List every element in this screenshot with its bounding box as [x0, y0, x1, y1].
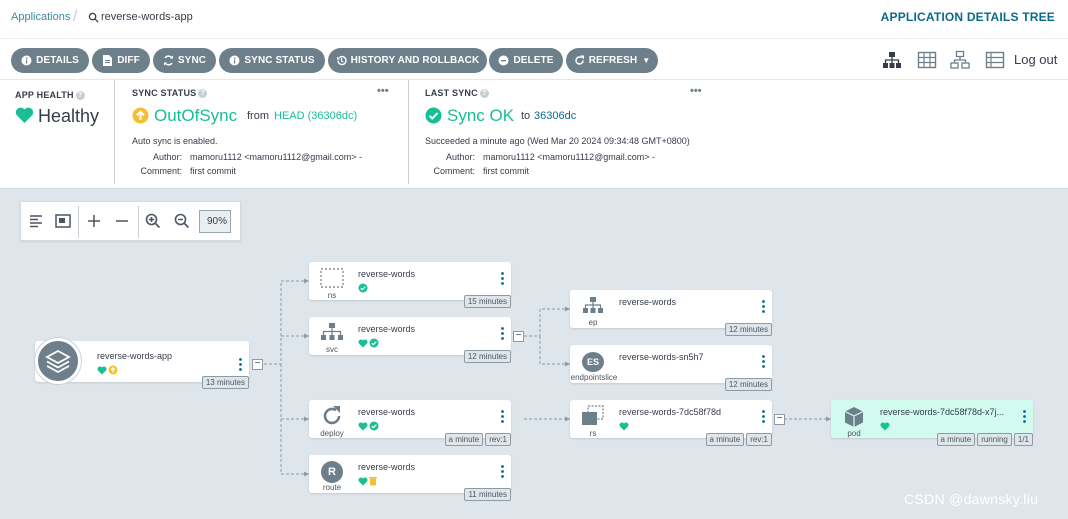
node-name: reverse-words	[358, 462, 416, 472]
node-tags: 15 minutes	[463, 295, 511, 308]
watermark: CSDN @dawnsky.liu	[904, 491, 1039, 507]
heart-icon	[97, 366, 107, 374]
node-name: reverse-words	[358, 324, 416, 334]
application-icon	[35, 338, 81, 384]
node-kind: svc	[326, 345, 338, 354]
heart-icon	[358, 339, 368, 347]
resource-node-rs[interactable]: rs reverse-words-7dc58f78d a minute rev:1	[570, 400, 772, 446]
endpoints-icon	[583, 297, 603, 313]
revision-badge: rev:1	[485, 433, 511, 446]
heart-icon	[880, 422, 890, 430]
check-circle-icon	[369, 338, 379, 348]
collapse-toggle[interactable]: −	[513, 331, 524, 342]
age-badge: 12 minutes	[463, 350, 511, 363]
node-tags: 13 minutes	[201, 376, 249, 389]
node-kind: ep	[588, 318, 598, 327]
age-badge: a minute	[444, 433, 484, 446]
check-circle-icon	[358, 283, 368, 293]
deployment-icon	[323, 406, 341, 425]
resource-node-pod[interactable]: pod reverse-words-7dc58f78d-x7j... a min…	[831, 400, 1033, 446]
arrow-up-circle-icon	[108, 365, 118, 375]
edge-app-ns	[264, 280, 309, 365]
node-kind: deploy	[320, 429, 344, 438]
node-tags: 11 minutes	[464, 488, 511, 501]
kebab-menu-icon[interactable]	[501, 465, 504, 478]
node-name: reverse-words-7dc58f78d	[619, 407, 722, 417]
node-name: reverse-words	[358, 269, 416, 279]
node-name: reverse-words	[358, 407, 416, 417]
edge-app-deploy	[280, 364, 309, 420]
node-status	[97, 364, 118, 376]
node-name: reverse-words-app	[97, 351, 173, 361]
age-badge: a minute	[705, 433, 745, 446]
age-badge: a minute	[936, 433, 976, 446]
kebab-menu-icon[interactable]	[1023, 410, 1026, 423]
kebab-menu-icon[interactable]	[762, 355, 765, 368]
node-name: reverse-words-sn5h7	[619, 352, 704, 362]
kebab-menu-icon[interactable]	[762, 300, 765, 313]
node-kind: route	[322, 483, 342, 492]
node-kind: rs	[589, 429, 597, 438]
node-status	[358, 475, 377, 487]
check-circle-icon	[369, 421, 379, 431]
collapse-toggle[interactable]: −	[252, 359, 263, 370]
edge-svc-ep	[524, 308, 570, 337]
application-node[interactable]: reverse-words-app 13 minutes	[35, 338, 249, 389]
service-icon	[321, 323, 343, 340]
heart-icon	[358, 422, 368, 430]
node-tags: 12 minutes	[724, 378, 772, 391]
kebab-menu-icon[interactable]	[501, 410, 504, 423]
node-tags: 12 minutes	[724, 323, 772, 336]
node-status	[880, 420, 890, 432]
graph-edges	[264, 278, 831, 477]
resource-node-ns[interactable]: ns reverse-words 15 minutes	[309, 262, 511, 308]
resource-node-endpointslice[interactable]: ES endpointslice reverse-words-sn5h7 12 …	[570, 345, 772, 391]
kebab-menu-icon[interactable]	[501, 272, 504, 285]
node-status	[619, 420, 629, 432]
kebab-menu-icon[interactable]	[762, 410, 765, 423]
node-kind: endpointslice	[570, 373, 618, 382]
replicaset-icon	[582, 405, 604, 425]
age-badge: 12 minutes	[724, 323, 772, 336]
edge-app-route	[280, 419, 309, 475]
heart-icon	[619, 422, 629, 430]
node-tags: a minute running 1/1	[936, 433, 1033, 446]
age-badge: 11 minutes	[464, 488, 511, 501]
node-tags: a minute rev:1	[705, 433, 772, 446]
node-status	[358, 282, 368, 294]
pod-ready-badge: 1/1	[1013, 433, 1033, 446]
kebab-menu-icon[interactable]	[239, 358, 242, 371]
endpointslice-icon: ES	[582, 352, 604, 372]
trash-icon	[369, 477, 377, 486]
age-badge: 12 minutes	[724, 378, 772, 391]
node-status	[358, 420, 379, 432]
layers-icon	[45, 349, 71, 374]
age-badge: 15 minutes	[463, 295, 511, 308]
edge-svc-es	[539, 336, 570, 365]
node-status	[358, 337, 379, 349]
resource-node-deploy[interactable]: deploy reverse-words a minute rev:1	[309, 400, 511, 446]
namespace-icon	[320, 268, 344, 288]
pod-cube-icon	[844, 407, 864, 427]
revision-badge: rev:1	[746, 433, 772, 446]
resource-node-route[interactable]: R route reverse-words 11 minutes	[309, 455, 511, 501]
node-tags: a minute rev:1	[444, 433, 511, 446]
pod-state-badge: running	[977, 433, 1012, 446]
heart-icon	[358, 477, 368, 485]
node-kind: pod	[847, 429, 861, 438]
resource-node-ep[interactable]: ep reverse-words 12 minutes	[570, 290, 772, 336]
collapse-toggle[interactable]: −	[774, 414, 785, 425]
node-name: reverse-words	[619, 297, 677, 307]
kebab-menu-icon[interactable]	[501, 327, 504, 340]
resource-node-svc[interactable]: svc reverse-words 12 minutes	[309, 317, 511, 363]
route-icon: R	[321, 461, 343, 483]
node-tags: 12 minutes	[463, 350, 511, 363]
node-name: reverse-words-7dc58f78d-x7j...	[880, 407, 1005, 417]
node-kind: ns	[327, 291, 337, 300]
age-badge: 13 minutes	[201, 376, 249, 389]
